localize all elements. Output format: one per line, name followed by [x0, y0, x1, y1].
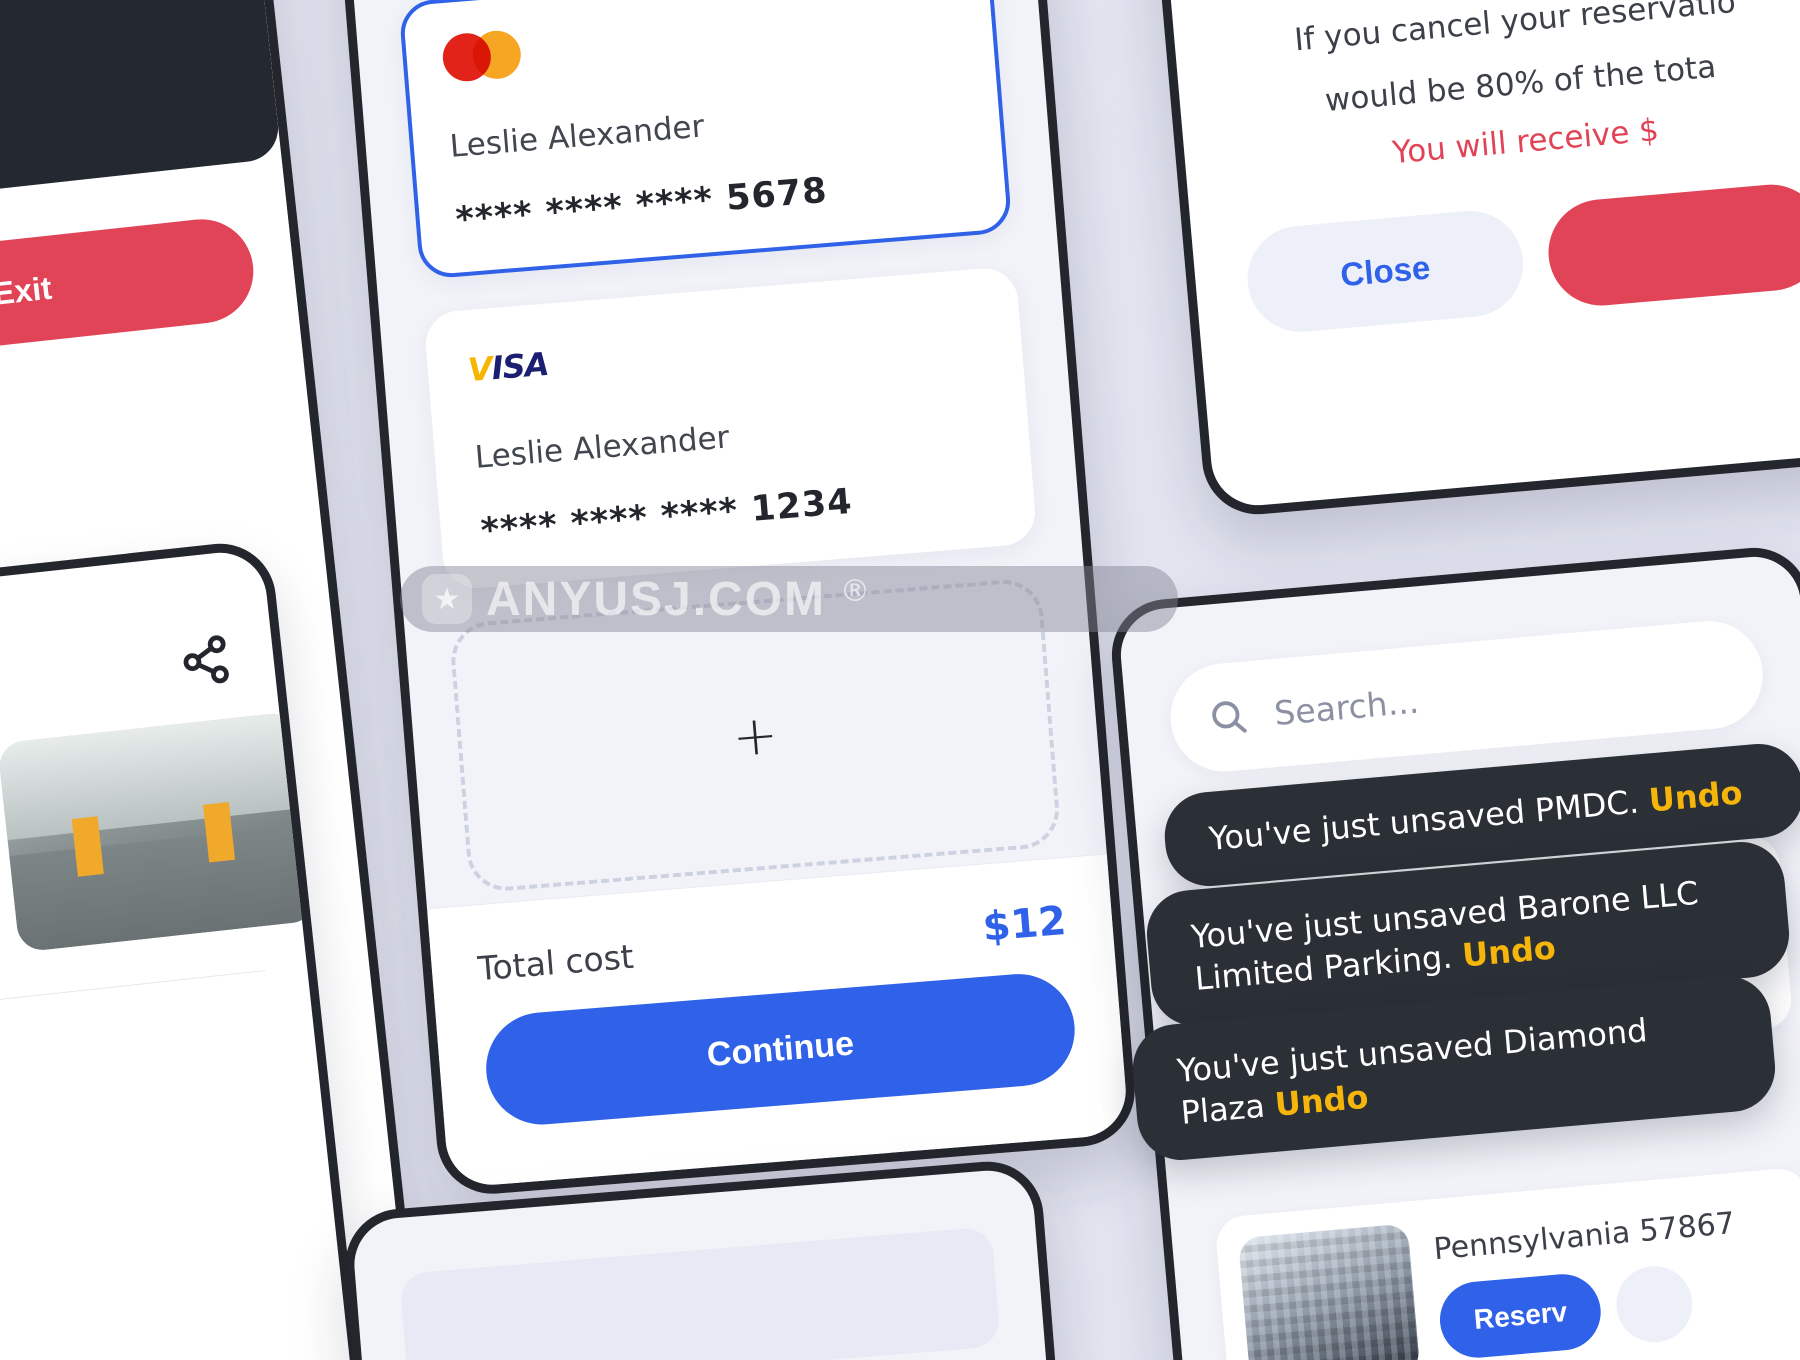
- list-item[interactable]: Pennsylvania 57867 Reserv: [1214, 1166, 1800, 1360]
- total-cost-label: Total cost: [476, 936, 636, 988]
- reserve-button[interactable]: Reserv: [1436, 1270, 1605, 1360]
- payment-footer: Total cost $12 Continue: [426, 853, 1130, 1189]
- search-icon: [1212, 701, 1247, 733]
- registered-mark: ®: [840, 574, 871, 609]
- payment-card-mastercard[interactable]: Leslie Alexander **** **** **** 5678: [398, 0, 1013, 280]
- undo-link[interactable]: Undo: [1461, 929, 1558, 975]
- search-placeholder: Search...: [1272, 681, 1421, 733]
- card-number: **** **** **** 5678: [454, 170, 829, 241]
- visa-icon: VVISAISA: [466, 344, 550, 390]
- nav-title: Duẩn St.: [0, 38, 231, 153]
- placeholder-block: [399, 1226, 1001, 1360]
- place-thumbnail: [1237, 1223, 1421, 1360]
- dialog-actions: Close: [1243, 179, 1800, 336]
- card-brand-row: [441, 0, 958, 85]
- exit-action-bar: Exit: [0, 161, 304, 428]
- undo-link[interactable]: Undo: [1647, 773, 1744, 819]
- card-brand-row: VVISAISA: [466, 303, 983, 396]
- toast-message: You've just unsaved Diamond Plaza: [1175, 1011, 1649, 1133]
- star-logo-icon: ★: [422, 574, 472, 624]
- place-address: Pennsylvania 57867: [1432, 1205, 1737, 1267]
- continue-button[interactable]: Continue: [481, 969, 1079, 1129]
- close-button[interactable]: Close: [1243, 206, 1528, 336]
- watermark-overlay: ★ ANYUSJ.COM ®: [400, 566, 1178, 632]
- cardholder-name: Leslie Alexander: [473, 419, 731, 476]
- confirm-cancel-button[interactable]: [1544, 179, 1800, 310]
- cardholder-name: Leslie Alexander: [448, 108, 706, 165]
- payment-card-visa[interactable]: VVISAISA Leslie Alexander **** **** ****…: [423, 265, 1038, 591]
- toast-message: You've just unsaved Barone LLC Limited P…: [1189, 873, 1700, 999]
- search-section: Search...: [1117, 553, 1800, 780]
- cancel-reservation-phone-mockup: Cancel reserva If you cancel your reserv…: [1131, 0, 1800, 519]
- cancel-reservation-dialog: Cancel reserva If you cancel your reserv…: [1141, 0, 1800, 340]
- bookmark-button[interactable]: [1613, 1262, 1696, 1345]
- mastercard-icon: [441, 28, 523, 84]
- total-cost-value: $12: [980, 898, 1068, 951]
- card-number: **** **** **** 1234: [479, 481, 854, 552]
- gallery-photo[interactable]: [0, 711, 319, 953]
- place-actions: Reserv: [1436, 1258, 1745, 1360]
- watermark-text: ANYUSJ.COM: [486, 572, 827, 626]
- exit-button[interactable]: Exit: [0, 214, 259, 368]
- photo-gallery: ➜: [0, 679, 319, 989]
- screenshot-stage: n left Duẩn St. Exit d plaza ➜: [0, 0, 1800, 1360]
- undo-link[interactable]: Undo: [1273, 1078, 1370, 1124]
- toast-message: You've just unsaved PMDC.: [1207, 781, 1651, 858]
- plus-icon: +: [730, 702, 781, 769]
- share-icon[interactable]: [177, 632, 234, 689]
